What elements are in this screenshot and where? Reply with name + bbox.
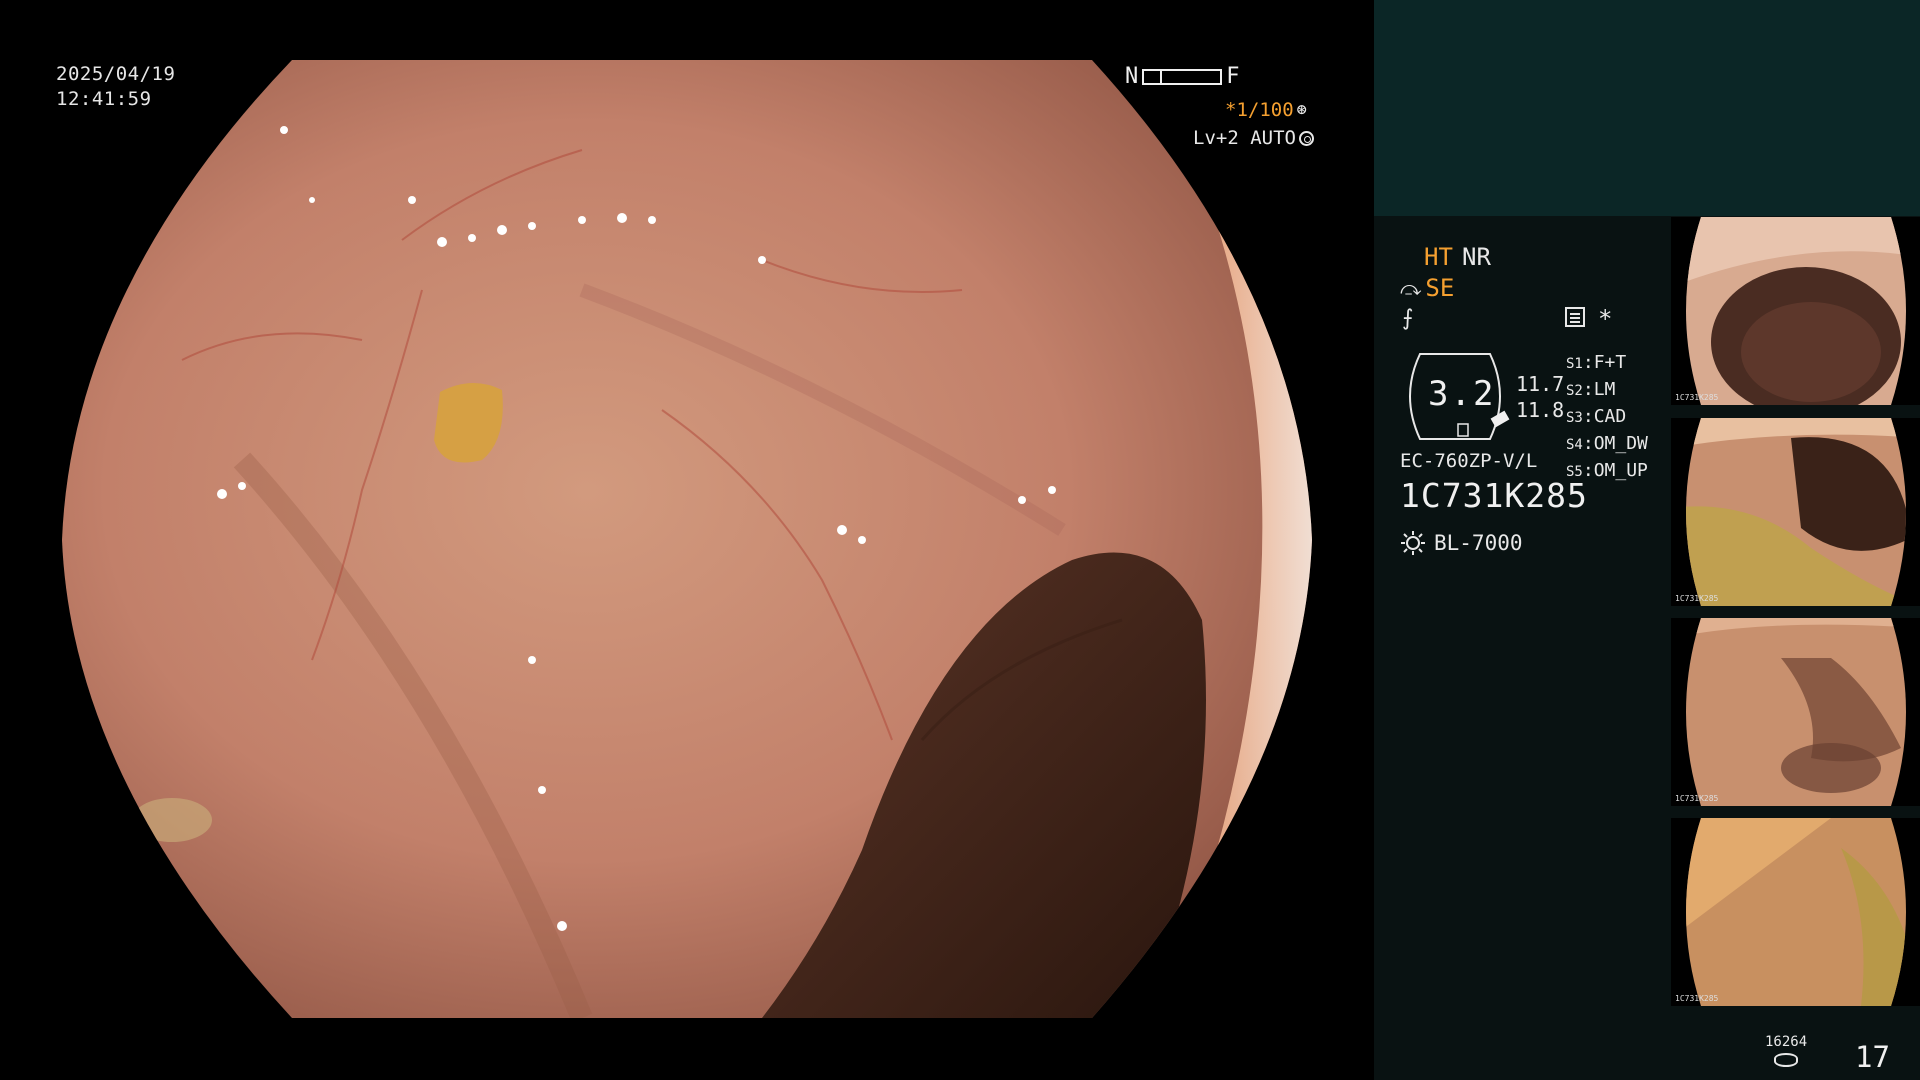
mode-nr-label: NR [1462,243,1491,271]
switch-item: S5:OM_UP [1566,460,1648,481]
mode-ht-label: HT [1424,243,1453,271]
enhancement-label: SE [1425,274,1455,302]
page-number: 17 [1855,1040,1890,1074]
near-far-bar [1142,68,1223,85]
disk-icon [1774,1053,1798,1067]
structure-icon: ⨍ [1402,306,1414,331]
gauge-value-lower: 11.8 [1516,398,1565,422]
image-count: 16264 [1765,1034,1808,1050]
iris-icon [1298,130,1314,146]
shutter-text: *1/100 [1225,99,1294,121]
near-far-indicator: N F [1125,64,1240,89]
endoscope-view [62,60,1312,1018]
light-source-icon [1401,531,1425,555]
zoom-value: 3.2 [1428,374,1496,414]
enhancement-row: ⤼ SE [1400,274,1454,302]
scope-switch-list: S1:F+T S2:LM S3:CAD S4:OM_DW S5:OM_UP [1566,350,1648,485]
thumbnail-label: 1C731K285 [1675,393,1719,402]
thumbnail-label: 1C731K285 [1675,794,1719,803]
switch-item: S1:F+T [1566,352,1627,373]
iris-setting: Lv+2 AUTO [1193,127,1314,149]
thumbnail-label: 1C731K285 [1675,594,1719,603]
date-time-overlay: 2025/04/19 12:41:59 [56,62,175,112]
shutter-speed: *1/100 ⊛ [1225,99,1307,121]
time-text: 12:41:59 [56,88,152,110]
gauge-value-upper: 11.7 [1516,372,1565,396]
far-label: F [1226,64,1240,89]
capture-thumbnail[interactable]: 1C731K285 [1671,418,1920,606]
light-source-row: BL-7000 [1400,530,1523,556]
side-panel-header [1374,0,1920,216]
date-text: 2025/04/19 [56,63,176,85]
capture-thumbnail[interactable]: 1C731K285 [1671,217,1920,405]
capture-thumbnail[interactable]: 1C731K285 [1671,618,1920,806]
iris-text: Lv+2 AUTO [1193,127,1296,149]
switch-item: S4:OM_DW [1566,433,1648,454]
light-source-label: BL-7000 [1434,531,1523,555]
switch-item: S3:CAD [1566,406,1627,427]
asterisk-mark: * [1598,305,1613,333]
fan-icon: ⊛ [1296,100,1307,120]
thumbnail-label: 1C731K285 [1675,994,1719,1003]
enhancement-icon: ⤼ [1400,276,1422,300]
memo-icon [1565,307,1585,327]
scope-serial: 1C731K285 [1400,476,1588,515]
near-label: N [1125,64,1139,89]
scope-model: EC-760ZP-V/L [1400,450,1538,472]
switch-item: S2:LM [1566,379,1616,400]
capture-thumbnail[interactable]: 1C731K285 [1671,818,1920,1006]
